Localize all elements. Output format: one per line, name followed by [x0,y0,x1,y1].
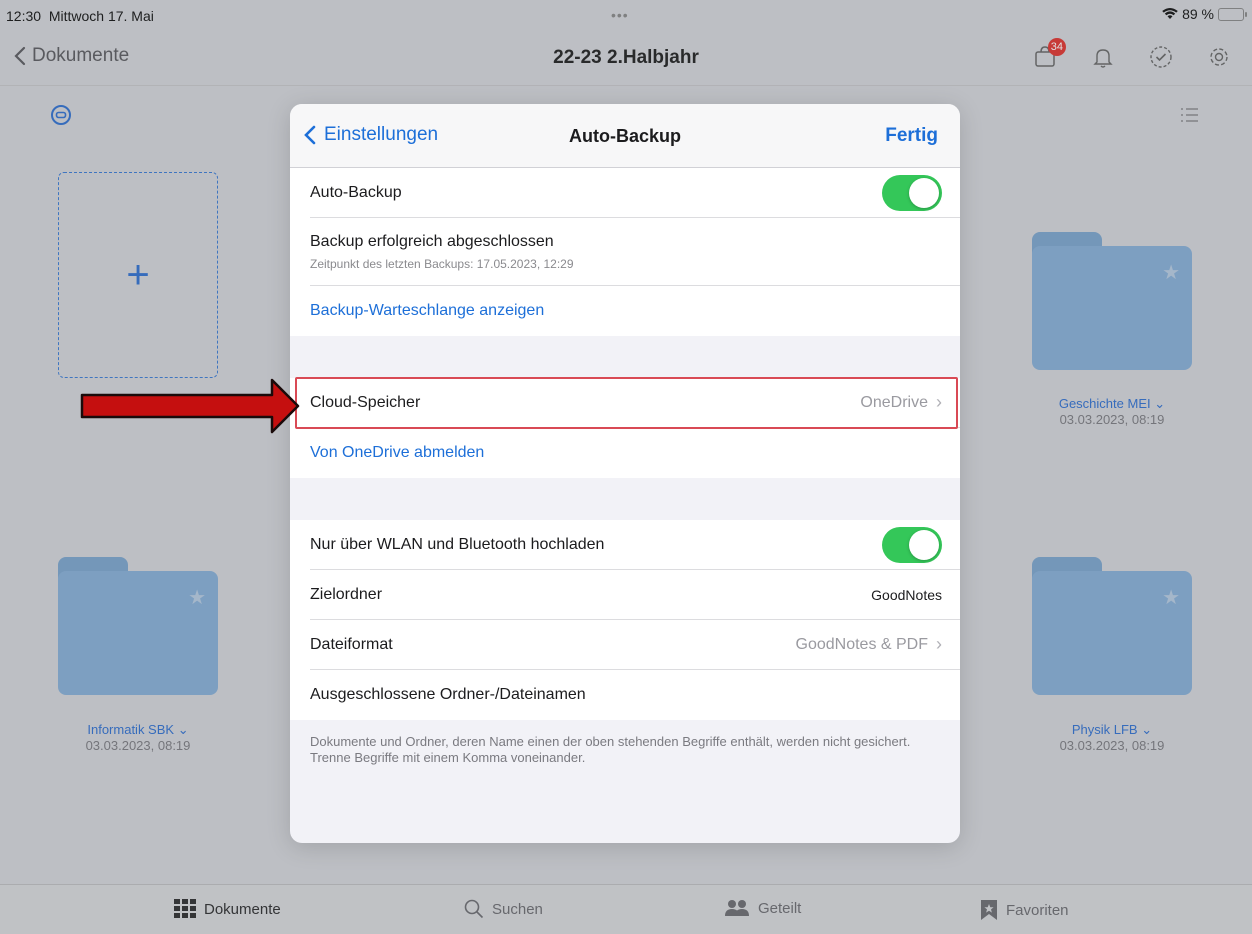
excluded-names-footnote: Dokumente und Ordner, deren Name einen d… [310,734,911,765]
red-arrow-icon [80,378,300,434]
file-format-value: GoodNotes & PDF [795,635,929,653]
onedrive-signout-link[interactable]: Von OneDrive abmelden [310,444,484,462]
last-backup-time: Zeitpunkt des letzten Backups: 17.05.202… [310,256,574,271]
wlan-only-row: Nur über WLAN und Bluetooth hochladen [310,520,960,570]
wlan-only-toggle[interactable] [882,526,942,563]
modal-title: Auto-Backup [569,126,681,146]
done-button[interactable]: Fertig [885,125,938,147]
file-format-row[interactable]: Dateiformat GoodNotes & PDF › [310,620,960,670]
auto-backup-modal: Einstellungen Auto-Backup Fertig Auto-Ba… [290,104,960,843]
auto-backup-toggle[interactable] [882,174,942,211]
auto-backup-row: Auto-Backup [310,168,960,218]
modal-header: Einstellungen Auto-Backup Fertig [290,104,960,168]
backup-status-row: Backup erfolgreich abgeschlossen Zeitpun… [310,218,960,286]
chevron-right-icon: › [936,634,942,654]
target-folder-row[interactable]: Zielordner GoodNotes [310,570,960,620]
target-folder-value: GoodNotes [871,586,942,603]
backup-status-group: Auto-Backup Backup erfolgreich abgeschlo… [290,168,960,336]
excluded-names-row[interactable]: Ausgeschlossene Ordner-/Dateinamen [310,670,960,720]
backup-queue-link[interactable]: Backup-Warteschlange anzeigen [310,302,544,320]
upload-options-group: Nur über WLAN und Bluetooth hochladen Zi… [290,520,960,720]
backup-queue-row[interactable]: Backup-Warteschlange anzeigen [310,286,960,336]
signout-row[interactable]: Von OneDrive abmelden [310,428,960,478]
cloud-storage-highlight [295,377,958,429]
